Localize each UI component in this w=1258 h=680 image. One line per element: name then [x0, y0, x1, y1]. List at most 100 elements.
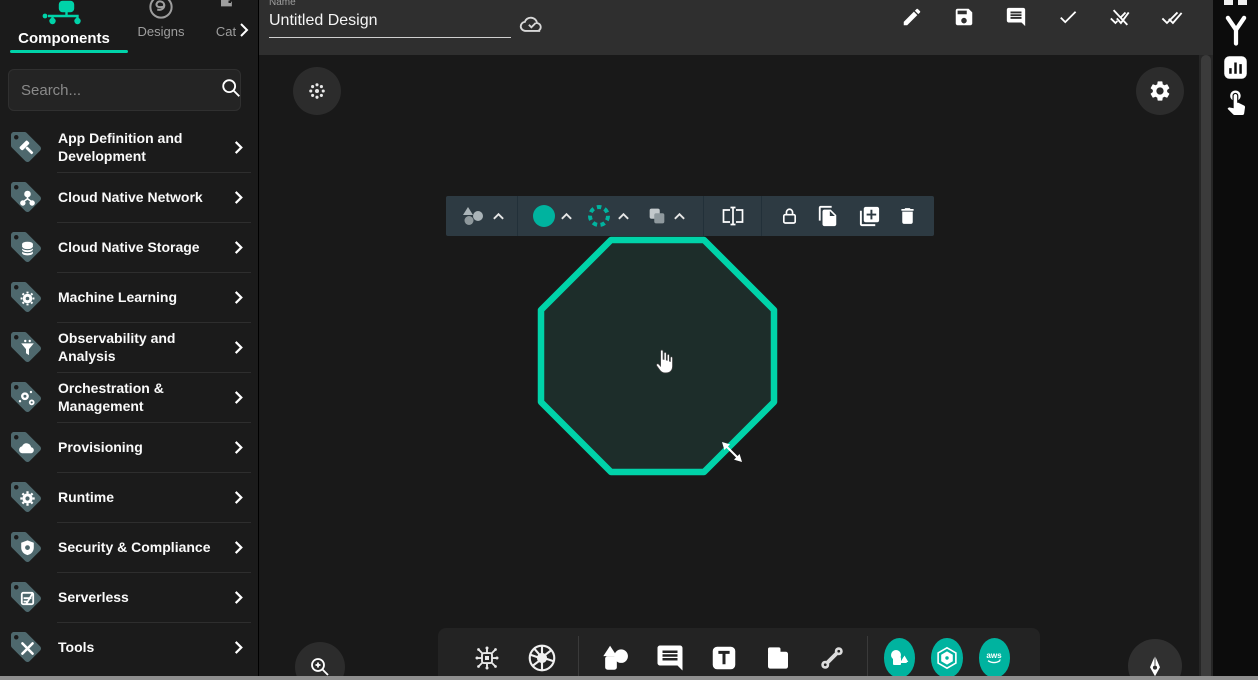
duplicate-button[interactable] [848, 205, 890, 228]
canvas-bottom-toolbar: aws [438, 628, 1040, 680]
copy-icon [817, 205, 839, 227]
sidebar-tabs: Components Designs Cat [0, 0, 258, 57]
catalog-icon [216, 0, 236, 25]
snowflake-button[interactable] [293, 67, 341, 115]
touch-pointer-icon[interactable] [1213, 86, 1258, 116]
text-icon [709, 643, 739, 673]
comment-button[interactable] [1005, 6, 1027, 28]
text-tool-button[interactable] [709, 643, 739, 673]
snowflake-icon [306, 80, 328, 102]
deploy-double-check-button[interactable] [1161, 6, 1183, 28]
tools-tag-icon [8, 629, 44, 665]
comment-icon [655, 643, 685, 673]
sidebar-item-orchestration[interactable]: Orchestration & Management [0, 372, 259, 422]
gcp-components-button[interactable] [931, 638, 962, 678]
layers-icon [646, 205, 668, 227]
chevron-right-icon [232, 190, 245, 205]
canvas-settings-button[interactable] [1136, 67, 1184, 115]
serverless-tag-icon [8, 579, 44, 615]
bar-chart-icon[interactable] [1213, 54, 1258, 81]
category-label: Observability and Analysis [58, 329, 226, 365]
edge-link-tool-button[interactable] [817, 643, 847, 673]
sidebar-item-cloud-native-network[interactable]: Cloud Native Network [0, 172, 259, 222]
stroke-style-dropdown[interactable] [579, 203, 638, 229]
sidebar-item-provisioning[interactable]: Provisioning [0, 422, 259, 472]
observability-tag-icon [8, 329, 44, 365]
horizontal-scrollbar[interactable] [0, 676, 1258, 680]
shapes-tool-button[interactable] [599, 643, 631, 673]
save-button[interactable] [953, 6, 975, 28]
edge-link-icon [817, 643, 847, 673]
sidebar-item-tools[interactable]: Tools [0, 622, 259, 672]
shapes-group-icon [887, 646, 911, 670]
copy-button[interactable] [808, 205, 848, 227]
zoom-in-button[interactable] [295, 642, 345, 680]
search-input[interactable] [21, 82, 220, 99]
delete-button[interactable] [890, 205, 926, 227]
vertical-scrollbar-thumb[interactable] [1201, 55, 1211, 680]
orchestration-tag-icon [8, 379, 44, 415]
shape-picker-dropdown[interactable] [454, 204, 509, 228]
chevron-right-icon [232, 590, 245, 605]
app-definition-tag-icon [8, 129, 44, 165]
note-tool-button[interactable] [763, 643, 793, 673]
category-label: Cloud Native Network [58, 188, 226, 206]
toolbar-divider [517, 196, 518, 236]
chevron-up-icon [492, 212, 505, 221]
dashboard-grid-icon[interactable] [1224, 0, 1247, 5]
tabs-scroll-right-chevron-icon[interactable] [237, 22, 251, 43]
cloud-done-icon [517, 9, 547, 44]
name-field-label: Name [269, 0, 296, 8]
sidebar-item-app-definition[interactable]: App Definition and Development [0, 122, 259, 172]
duplicate-add-icon [858, 205, 881, 228]
aws-icon: aws [981, 645, 1007, 671]
category-label: Runtime [58, 488, 226, 506]
category-list: App Definition and Development Cloud Nat… [0, 122, 259, 672]
lock-button[interactable] [770, 205, 808, 227]
category-label: Cloud Native Storage [58, 238, 226, 256]
pen-tool-button[interactable] [1128, 639, 1182, 680]
sidebar-item-machine-learning[interactable]: Machine Learning [0, 272, 259, 322]
comment-tool-button[interactable] [655, 643, 685, 673]
layers-dropdown[interactable] [638, 205, 695, 227]
design-canvas[interactable]: aws [259, 55, 1199, 680]
toolbar-divider [761, 196, 762, 236]
sidebar-item-cloud-native-storage[interactable]: Cloud Native Storage [0, 222, 259, 272]
note-icon [763, 643, 793, 673]
network-tag-icon [8, 179, 44, 215]
components-icon [40, 0, 92, 31]
tab-components[interactable]: Components [0, 30, 128, 47]
validate-check-button[interactable] [1057, 6, 1079, 28]
design-header: Name [259, 0, 1213, 55]
kubernetes-button[interactable] [526, 642, 558, 674]
design-name-input[interactable] [269, 10, 511, 38]
merge-y-icon[interactable] [1213, 14, 1258, 48]
shapes-library-button[interactable] [884, 638, 915, 678]
toolbar-divider [578, 636, 579, 680]
chevron-right-icon [232, 390, 245, 405]
aws-components-button[interactable]: aws [979, 638, 1010, 678]
sidebar-item-runtime[interactable]: Runtime [0, 472, 259, 522]
machine-learning-tag-icon [8, 279, 44, 315]
designs-icon [146, 0, 176, 27]
resize-handle-arrow-icon[interactable] [717, 437, 747, 472]
sidebar-item-observability[interactable]: Observability and Analysis [0, 322, 259, 372]
chevron-right-icon [232, 490, 245, 505]
chevron-right-icon [232, 240, 245, 255]
search-icon[interactable] [220, 77, 242, 104]
chevron-right-icon [232, 140, 245, 155]
tab-designs[interactable]: Designs [132, 24, 190, 39]
vertical-scrollbar[interactable] [1199, 55, 1213, 680]
category-label: Tools [58, 638, 226, 656]
sidebar-item-serverless[interactable]: Serverless [0, 572, 259, 622]
fill-color-dropdown[interactable] [526, 205, 579, 227]
rename-button[interactable] [712, 205, 754, 227]
edit-button[interactable] [901, 6, 923, 28]
dashed-ring-icon [586, 203, 612, 229]
storage-tag-icon [8, 229, 44, 265]
sidebar-item-security[interactable]: Security & Compliance [0, 522, 259, 572]
component-chip-button[interactable] [472, 643, 502, 673]
undeploy-crossed-check-button[interactable] [1109, 6, 1131, 28]
gcp-hexagon-icon [934, 645, 960, 671]
runtime-tag-icon [8, 479, 44, 515]
